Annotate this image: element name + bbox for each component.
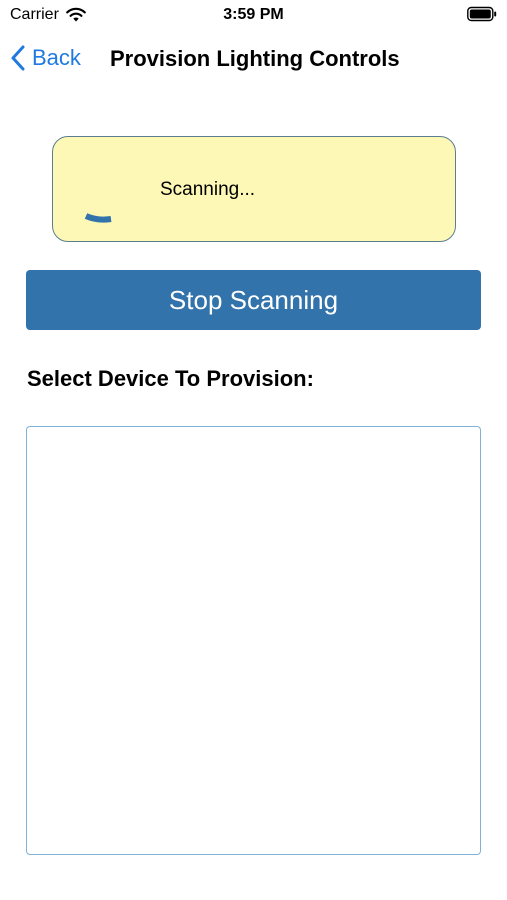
provisioning-screen: Carrier 3:59 PM Back Provision Lighting … bbox=[0, 0, 507, 900]
back-button-label: Back bbox=[32, 45, 81, 70]
device-list[interactable] bbox=[26, 426, 481, 855]
scanning-status-text: Scanning... bbox=[160, 179, 256, 200]
scanning-status-card: Scanning... bbox=[52, 136, 456, 242]
chevron-left-icon bbox=[11, 45, 25, 71]
stop-scanning-button[interactable]: Stop Scanning bbox=[26, 270, 481, 330]
spinner-icon bbox=[84, 213, 112, 223]
battery-icon bbox=[467, 6, 497, 22]
back-button[interactable]: Back bbox=[10, 42, 81, 74]
status-bar: Carrier 3:59 PM bbox=[0, 0, 507, 30]
status-time: 3:59 PM bbox=[223, 6, 284, 23]
navigation-bar: Back Provision Lighting Controls bbox=[0, 38, 507, 78]
page-title: Provision Lighting Controls bbox=[110, 46, 400, 71]
select-device-label: Select Device To Provision: bbox=[27, 366, 314, 391]
